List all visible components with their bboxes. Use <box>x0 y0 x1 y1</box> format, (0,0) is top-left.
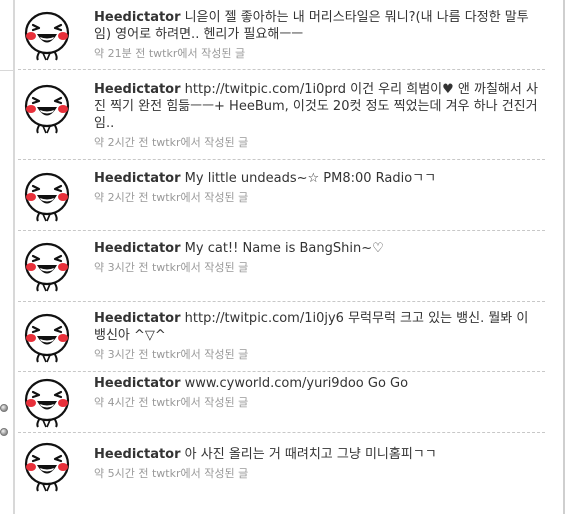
author-name[interactable]: Heedictator <box>94 447 181 462</box>
tweet-item: Heedictator My cat!! Name is BangShin~♡ … <box>18 231 545 302</box>
tweet-item: Heedictator 아 사진 올리는 거 때려치고 그냥 미니홈피ㄱㄱ 약 … <box>18 433 545 505</box>
avatar-icon[interactable] <box>22 82 72 134</box>
tweet-meta: 약 3시간 전 twtkr에서 작성된 글 <box>94 261 249 274</box>
tweet-meta: 약 21분 전 twtkr에서 작성된 글 <box>94 47 246 60</box>
tweet-text: My little undeads~☆ PM8:00 Radioㄱㄱ <box>184 171 437 186</box>
tweet-item: Heedictator My little undeads~☆ PM8:00 R… <box>18 160 545 231</box>
tweet-content: Heedictator www.cyworld.com/yuri9doo Go … <box>94 375 539 411</box>
tweet-content: Heedictator http://twitpic.com/1i0jy6 무럭… <box>94 310 539 363</box>
author-name[interactable]: Heedictator <box>94 82 181 97</box>
author-name[interactable]: Heedictator <box>94 376 181 391</box>
avatar-icon[interactable] <box>22 440 72 492</box>
avatar-icon[interactable] <box>22 311 72 363</box>
tweet-content: Heedictator 아 사진 올리는 거 때려치고 그냥 미니홈피ㄱㄱ 약 … <box>94 446 539 482</box>
tweet-meta: 약 5시간 전 twtkr에서 작성된 글 <box>94 467 249 480</box>
avatar-icon[interactable] <box>22 376 72 428</box>
tweet-meta: 약 2시간 전 twtkr에서 작성된 글 <box>94 191 249 204</box>
scroll-knob-upper[interactable] <box>0 404 8 412</box>
avatar-icon[interactable] <box>22 9 72 61</box>
author-name[interactable]: Heedictator <box>94 241 181 256</box>
tweet-text: www.cyworld.com/yuri9doo Go Go <box>184 376 409 391</box>
tweet-item: Heedictator www.cyworld.com/yuri9doo Go … <box>18 372 545 433</box>
tweet-list: Heedictator 니읃이 젤 좋아하는 내 머리스타일은 뭐니?(내 나름… <box>18 0 545 505</box>
tweet-item: Heedictator http://twitpic.com/1i0jy6 무럭… <box>18 302 545 372</box>
avatar-icon[interactable] <box>22 170 72 222</box>
tweet-meta: 약 2시간 전 twtkr에서 작성된 글 <box>94 136 249 149</box>
avatar-icon[interactable] <box>22 240 72 292</box>
twitter-feed-window: Heedictator 니읃이 젤 좋아하는 내 머리스타일은 뭐니?(내 나름… <box>0 0 565 514</box>
tweet-content: Heedictator 니읃이 젤 좋아하는 내 머리스타일은 뭐니?(내 나름… <box>94 9 539 62</box>
author-name[interactable]: Heedictator <box>94 311 181 326</box>
scroll-knob-lower[interactable] <box>0 428 8 436</box>
tweet-item: Heedictator http://twitpic.com/1i0prd 이건… <box>18 70 545 160</box>
author-name[interactable]: Heedictator <box>94 171 181 186</box>
window-top-border-segment <box>0 70 14 71</box>
tweet-meta: 약 4시간 전 twtkr에서 작성된 글 <box>94 396 249 409</box>
tweet-content: Heedictator My cat!! Name is BangShin~♡ … <box>94 240 539 276</box>
tweet-text: My cat!! Name is BangShin~♡ <box>184 241 384 256</box>
tweet-text: 아 사진 올리는 거 때려치고 그냥 미니홈피ㄱㄱ <box>184 447 437 462</box>
tweet-meta: 약 3시간 전 twtkr에서 작성된 글 <box>94 348 249 361</box>
window-left-border <box>13 0 15 514</box>
tweet-content: Heedictator My little undeads~☆ PM8:00 R… <box>94 170 539 206</box>
author-name[interactable]: Heedictator <box>94 10 181 25</box>
tweet-item: Heedictator 니읃이 젤 좋아하는 내 머리스타일은 뭐니?(내 나름… <box>18 0 545 70</box>
tweet-content: Heedictator http://twitpic.com/1i0prd 이건… <box>94 81 539 151</box>
